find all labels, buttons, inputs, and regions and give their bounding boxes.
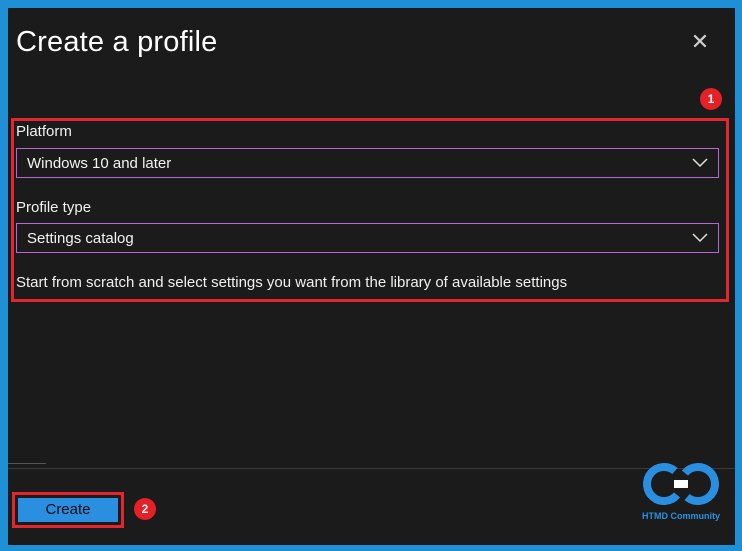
chevron-down-icon <box>692 233 708 243</box>
chevron-down-icon <box>692 158 708 168</box>
create-button[interactable]: Create <box>18 498 118 522</box>
profile-type-label: Profile type <box>16 199 92 216</box>
create-button-highlight: Create <box>12 492 124 528</box>
close-icon[interactable]: ✕ <box>686 28 714 56</box>
platform-label: Platform <box>16 123 72 140</box>
profile-type-description: Start from scratch and select settings y… <box>16 274 568 291</box>
htmd-logo-icon <box>643 463 719 505</box>
platform-select-value: Windows 10 and later <box>27 155 172 172</box>
footer-divider <box>8 468 735 469</box>
dialog-title: Create a profile <box>16 26 218 58</box>
profile-type-select[interactable]: Settings catalog <box>16 223 719 253</box>
create-profile-dialog: Create a profile ✕ 1 Platform Windows 10… <box>8 8 735 545</box>
annotation-badge-2: 2 <box>134 498 156 520</box>
platform-select[interactable]: Windows 10 and later <box>16 148 719 178</box>
footer-divider-stub <box>8 463 46 464</box>
profile-type-select-value: Settings catalog <box>27 230 134 247</box>
htmd-community-logo: HTMD Community <box>636 458 726 528</box>
htmd-community-text: HTMD Community <box>642 511 720 521</box>
annotation-badge-1: 1 <box>700 88 722 110</box>
